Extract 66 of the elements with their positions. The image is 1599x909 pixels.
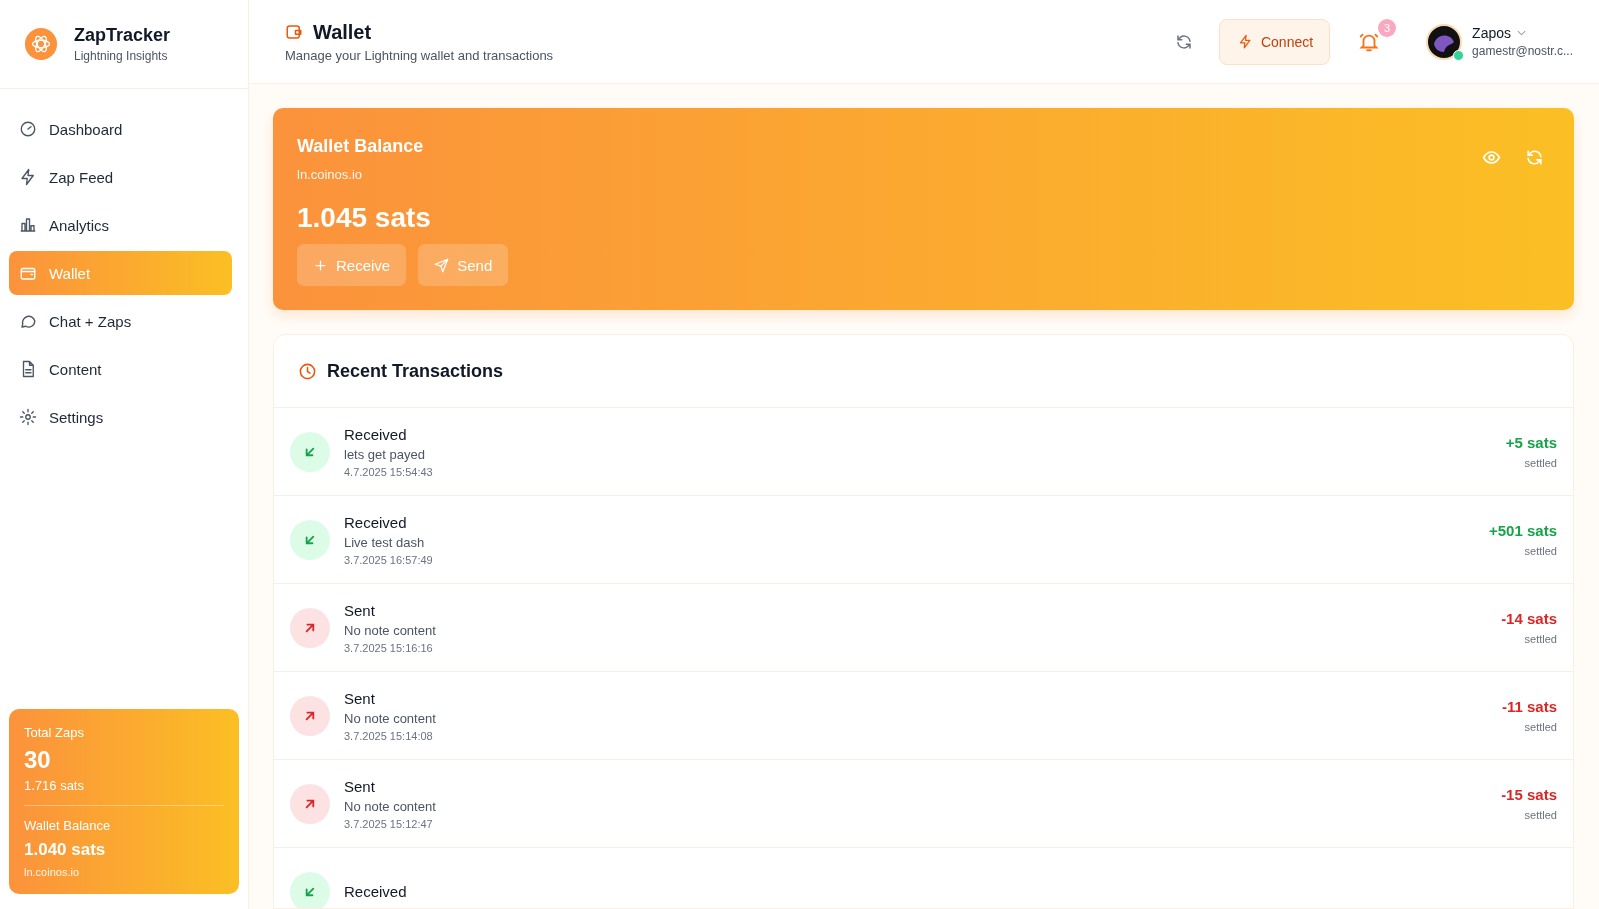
stat-value: 30 (24, 746, 52, 774)
transaction-status: settled (1523, 457, 1557, 469)
lightning-icon[interactable] (19, 168, 37, 186)
transaction-note: lets get payed (344, 446, 426, 462)
page-subtitle: Manage your Lightning wallet and transactions (285, 47, 554, 63)
transaction-note: No note content (344, 710, 437, 726)
section-title: Recent Transactions (327, 360, 504, 382)
bar-chart-icon[interactable] (19, 216, 37, 234)
transaction-note: Live test dash (344, 534, 426, 550)
transaction-amount: -15 sats (1501, 786, 1557, 803)
transaction-date: 3.7.2025 15:14:08 (344, 729, 434, 742)
app-tagline: Lightning Insights (74, 49, 169, 63)
balance-title: Wallet Balance (297, 136, 424, 157)
logo-icon (24, 27, 58, 61)
transaction-amount: +501 sats (1489, 522, 1557, 539)
stat-value: 1.040 sats (24, 840, 107, 860)
arrow-down-left-icon (290, 431, 330, 472)
user-name[interactable]: Zapos (1472, 25, 1512, 41)
stat-label: Total Zaps (24, 725, 85, 740)
transaction-note: No note content (344, 798, 437, 814)
notification-badge: 3 (1378, 18, 1397, 37)
transaction-amount: +5 sats (1505, 434, 1557, 451)
arrow-down-left-icon (290, 871, 330, 908)
transaction-type: Received (344, 883, 408, 900)
wallet-provider: ln.coinos.io (297, 167, 364, 182)
transaction-status: settled (1523, 633, 1557, 645)
gauge-icon[interactable] (19, 120, 37, 138)
transaction-status: settled (1523, 545, 1557, 557)
nav-item[interactable]: Content (9, 347, 232, 391)
transaction-date: 3.7.2025 15:12:47 (344, 817, 434, 830)
app-name: ZapTracker (74, 25, 171, 46)
transaction-date: 3.7.2025 15:16:16 (344, 641, 434, 654)
nav-item[interactable]: Zap Feed (9, 155, 232, 199)
balance-amount: 1.045 sats (297, 202, 432, 234)
lightning-icon[interactable] (1237, 34, 1253, 49)
stat-label: Wallet Balance (24, 818, 112, 833)
nav-item[interactable]: Dashboard (9, 107, 232, 151)
arrow-up-right-icon (290, 783, 330, 824)
transaction-date: 4.7.2025 15:54:43 (344, 465, 434, 478)
nav-item[interactable]: Analytics (9, 203, 232, 247)
page-title: Wallet (313, 20, 372, 44)
wallet-icon (285, 23, 303, 41)
stat-sats: 1.716 sats (24, 778, 85, 793)
transaction-status: settled (1523, 809, 1557, 821)
arrow-down-left-icon (290, 519, 330, 560)
refresh-icon[interactable] (1174, 32, 1193, 51)
transaction-type: Sent (344, 601, 376, 619)
arrow-up-right-icon (290, 607, 330, 648)
transaction-type: Sent (344, 689, 376, 707)
connect-button[interactable]: Connect (1218, 18, 1331, 65)
transaction-type: Sent (344, 777, 376, 795)
settings-icon[interactable] (19, 408, 37, 426)
stat-provider: ln.coinos.io (24, 866, 81, 878)
avatar-icon[interactable] (1426, 23, 1463, 60)
transaction-status: settled (1523, 721, 1557, 733)
clock-icon (298, 361, 317, 381)
transaction-type: Received (344, 425, 408, 443)
transaction-type: Received (344, 513, 408, 531)
transaction-date: 3.7.2025 16:57:49 (344, 553, 434, 566)
transaction-amount: -14 sats (1501, 610, 1557, 627)
transaction-amount: -11 sats (1501, 698, 1557, 715)
nav-item[interactable]: Settings (9, 395, 232, 439)
nav-item[interactable]: Chat + Zaps (9, 299, 232, 343)
user-email: gamestr@nostr.c... (1472, 44, 1573, 58)
arrow-up-right-icon (290, 695, 330, 736)
transaction-note: No note content (344, 622, 437, 638)
